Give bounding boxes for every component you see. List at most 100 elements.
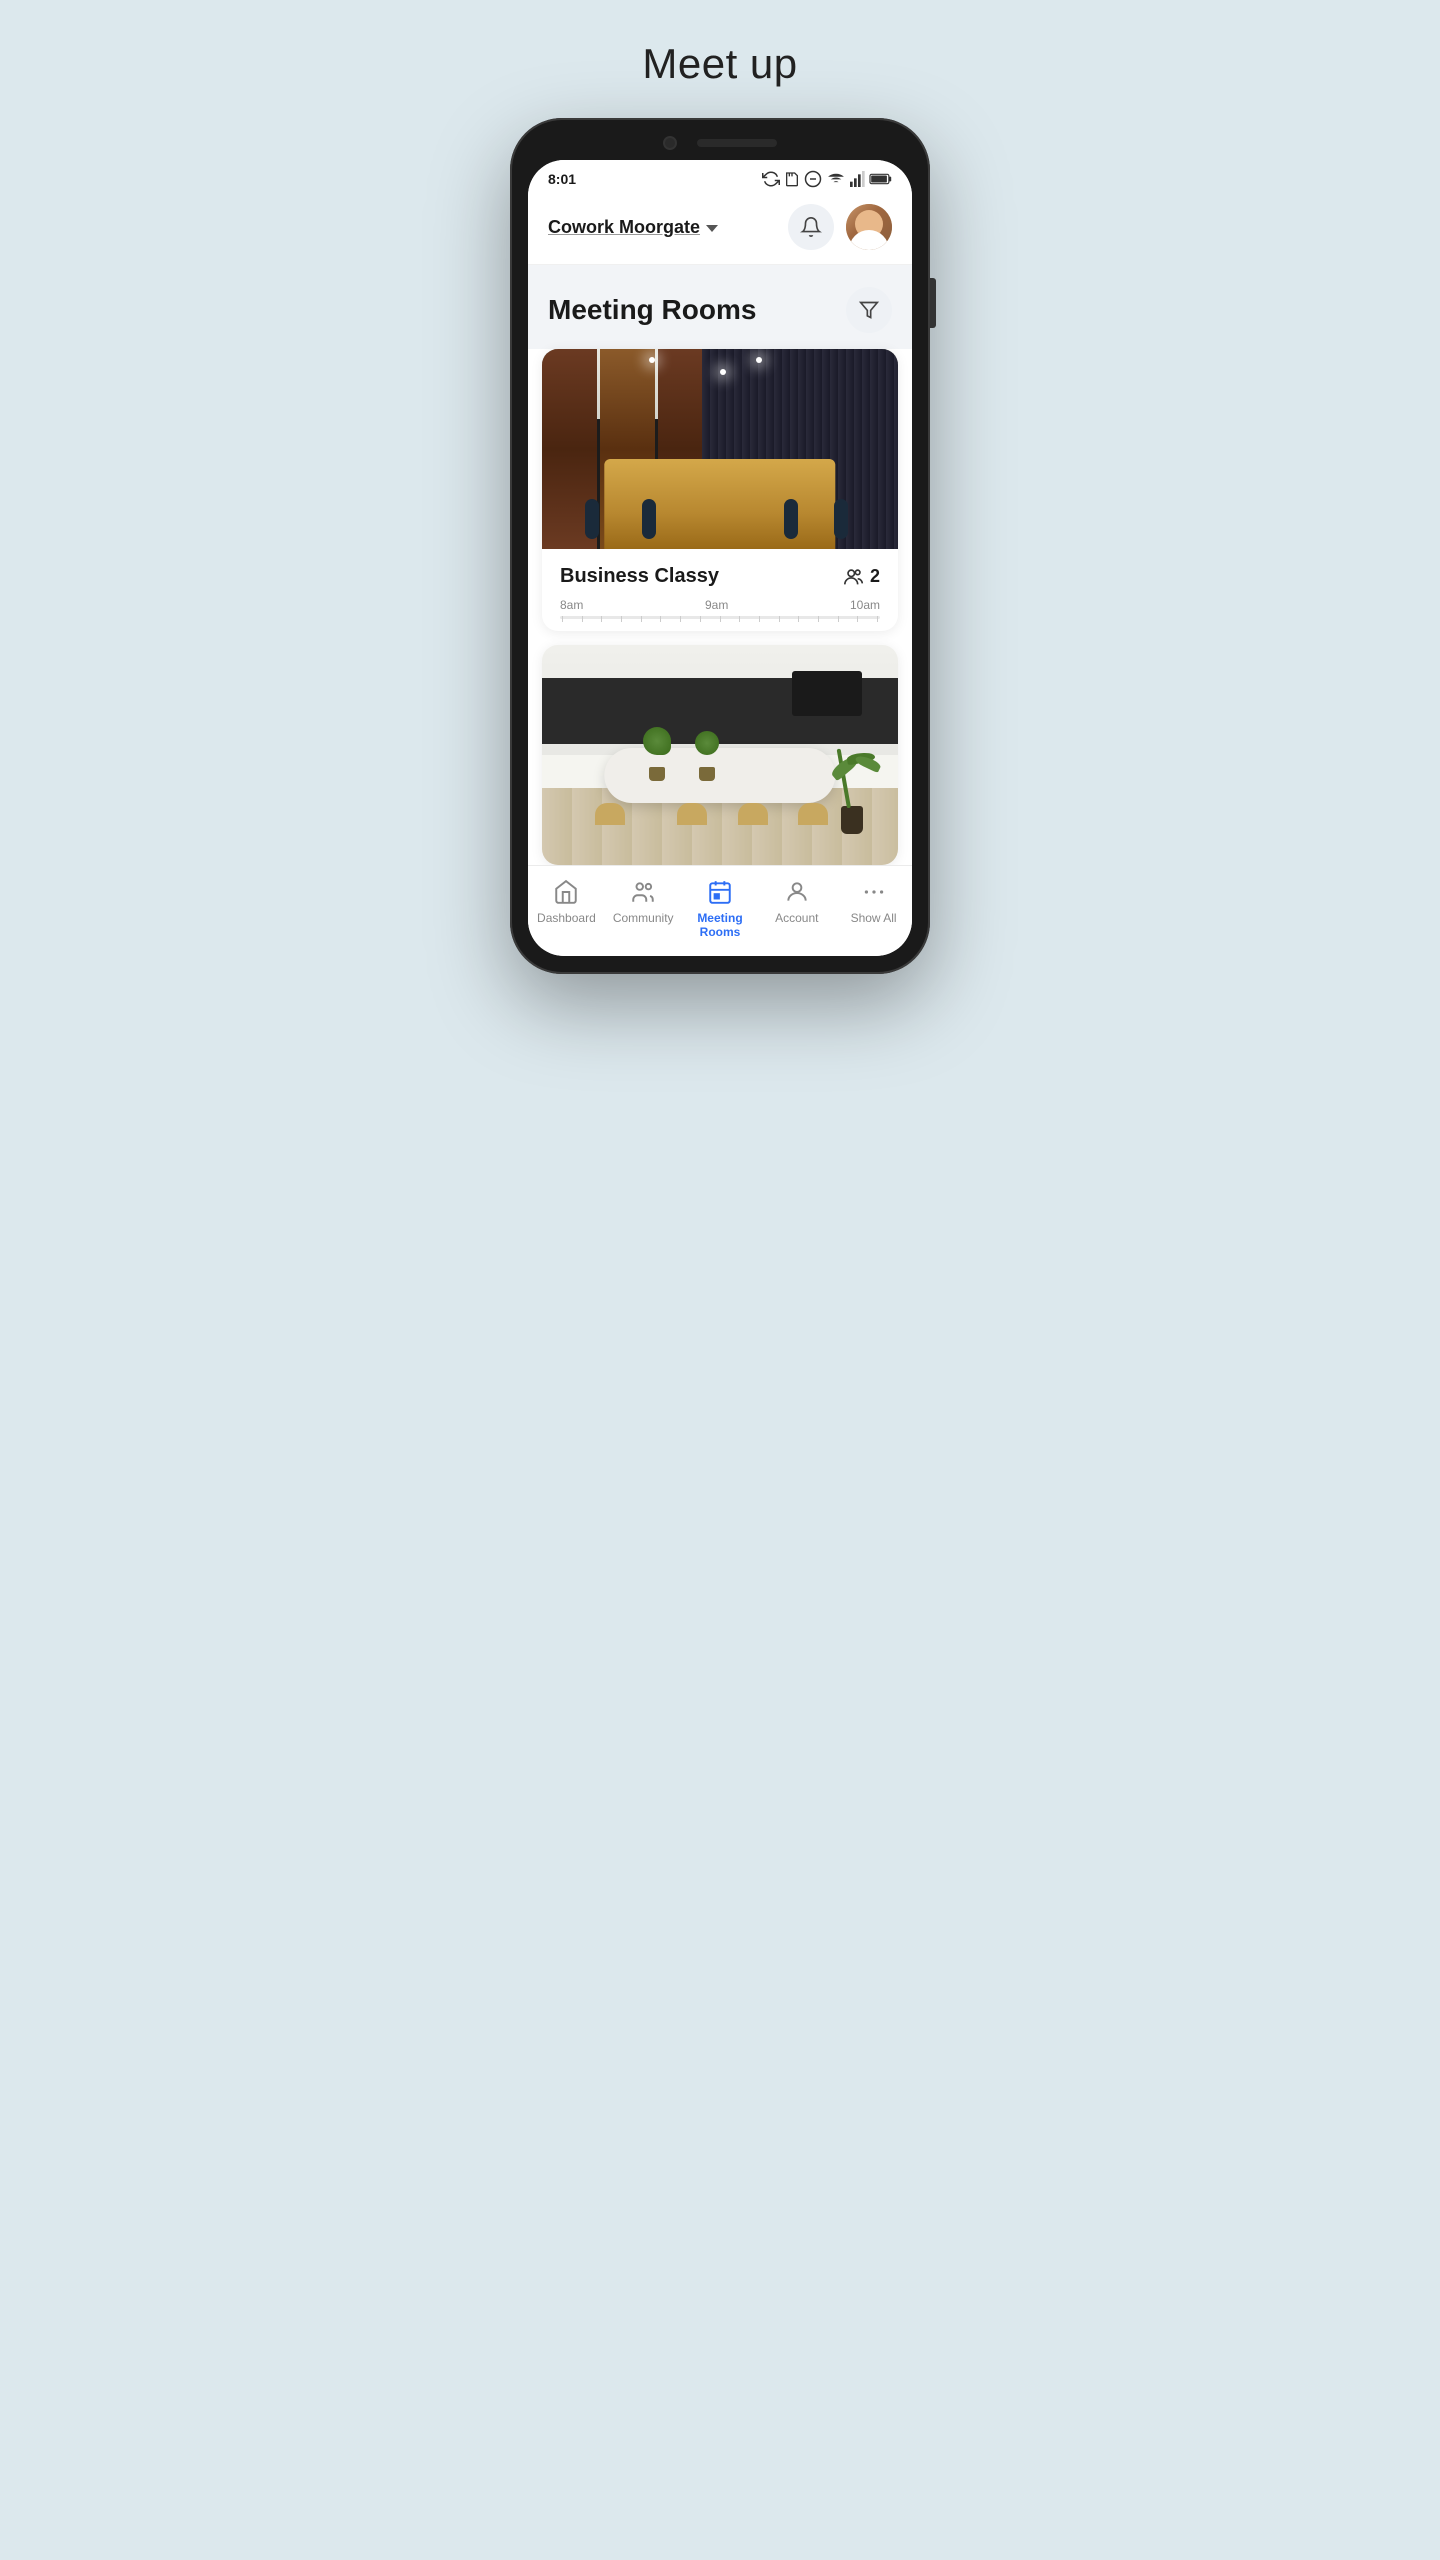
app-title: Meet up [642, 40, 797, 88]
show-all-nav-icon [860, 878, 888, 906]
battery-icon [870, 172, 892, 186]
room-name-1: Business Classy [560, 565, 719, 588]
more-icon [861, 879, 887, 905]
tall-leaves [825, 733, 880, 808]
front-camera [663, 136, 677, 150]
dashboard-nav-icon [552, 878, 580, 906]
room-info-1: Business Classy 2 [542, 549, 898, 631]
avatar-image [846, 204, 892, 250]
ceiling-light-1 [649, 357, 655, 363]
tick [660, 616, 661, 622]
timeline-label-10am: 10am [850, 598, 880, 612]
room-img-bright [542, 645, 898, 865]
status-time: 8:01 [548, 171, 576, 187]
meeting-rooms-nav-icon [706, 878, 734, 906]
nav-label-account: Account [775, 911, 818, 925]
location-text: Cowork Moorgate [548, 217, 700, 238]
section-title: Meeting Rooms [548, 294, 756, 326]
rotate-icon [762, 170, 780, 188]
phone-screen: 8:01 [528, 160, 912, 956]
nav-item-meeting-rooms[interactable]: Meeting Rooms [682, 878, 759, 940]
room2-tv [792, 671, 862, 716]
section-header: Meeting Rooms [528, 265, 912, 349]
chair-left-2 [642, 499, 656, 539]
room-image-2 [542, 645, 898, 865]
timeline-bar-1 [560, 616, 880, 619]
notification-button[interactable] [788, 204, 834, 250]
account-icon [784, 879, 810, 905]
tick [582, 616, 583, 622]
tall-plant [835, 734, 870, 834]
status-bar: 8:01 [528, 160, 912, 194]
tick [562, 616, 563, 622]
tick [877, 616, 878, 622]
tick [621, 616, 622, 622]
tick [700, 616, 701, 622]
tick [601, 616, 602, 622]
nav-item-account[interactable]: Account [758, 878, 835, 940]
nav-label-dashboard: Dashboard [537, 911, 596, 925]
room2-table [604, 748, 835, 803]
chair-right-2 [784, 499, 798, 539]
tick [798, 616, 799, 622]
conference-table [604, 459, 835, 549]
tick [739, 616, 740, 622]
app-header: Cowork Moorgate [528, 194, 912, 265]
wifi-icon [826, 170, 846, 188]
timeline-label-9am: 9am [705, 598, 728, 612]
room-card-1[interactable]: Business Classy 2 [542, 349, 898, 631]
tick [779, 616, 780, 622]
timeline-ticks-1 [560, 616, 880, 622]
tick [641, 616, 642, 622]
signal-icon [850, 170, 866, 188]
nav-item-dashboard[interactable]: Dashboard [528, 878, 605, 940]
avatar-body [849, 230, 889, 250]
room-name-row-1: Business Classy 2 [560, 565, 880, 588]
tick [680, 616, 681, 622]
account-nav-icon [783, 878, 811, 906]
phone-notch [528, 136, 912, 150]
chair-right-1 [834, 499, 848, 539]
nav-label-community: Community [613, 911, 674, 925]
nav-item-community[interactable]: Community [605, 878, 682, 940]
header-actions [788, 204, 892, 250]
sd-card-icon [784, 170, 800, 188]
community-icon [630, 879, 656, 905]
ceiling-light-2 [756, 357, 762, 363]
phone-frame: 8:01 [510, 118, 930, 974]
timeline-labels-1: 8am 9am 10am [560, 598, 880, 612]
tall-pot [841, 806, 863, 834]
bottom-nav: Dashboard Community [528, 865, 912, 956]
tick [720, 616, 721, 622]
community-nav-icon [629, 878, 657, 906]
plant-2 [695, 731, 719, 755]
nav-label-show-all: Show All [851, 911, 897, 925]
timeline-1: 8am 9am 10am [560, 598, 880, 619]
nav-item-show-all[interactable]: Show All [835, 878, 912, 940]
chevron-down-icon [706, 225, 718, 232]
chair-3 [738, 803, 768, 825]
nav-label-meeting-rooms: Meeting Rooms [682, 911, 759, 940]
bell-icon [800, 216, 822, 238]
chair-2 [677, 803, 707, 825]
room-image-1 [542, 349, 898, 549]
pot-1 [649, 767, 665, 781]
location-selector[interactable]: Cowork Moorgate [548, 217, 718, 238]
people-icon-1 [843, 568, 865, 586]
filter-button[interactable] [846, 287, 892, 333]
tick [759, 616, 760, 622]
calendar-icon [707, 879, 733, 905]
scroll-content: Meeting Rooms [528, 265, 912, 865]
room-card-2[interactable] [542, 645, 898, 865]
tick [818, 616, 819, 622]
speaker [697, 139, 777, 147]
timeline-label-8am: 8am [560, 598, 583, 612]
status-system-icons [762, 170, 892, 188]
ceiling-light-3 [720, 369, 726, 375]
avatar-button[interactable] [846, 204, 892, 250]
chair-1 [595, 803, 625, 825]
room-capacity-count-1: 2 [870, 566, 880, 587]
tick [857, 616, 858, 622]
pot-2 [699, 767, 715, 781]
room-img-dark [542, 349, 898, 549]
